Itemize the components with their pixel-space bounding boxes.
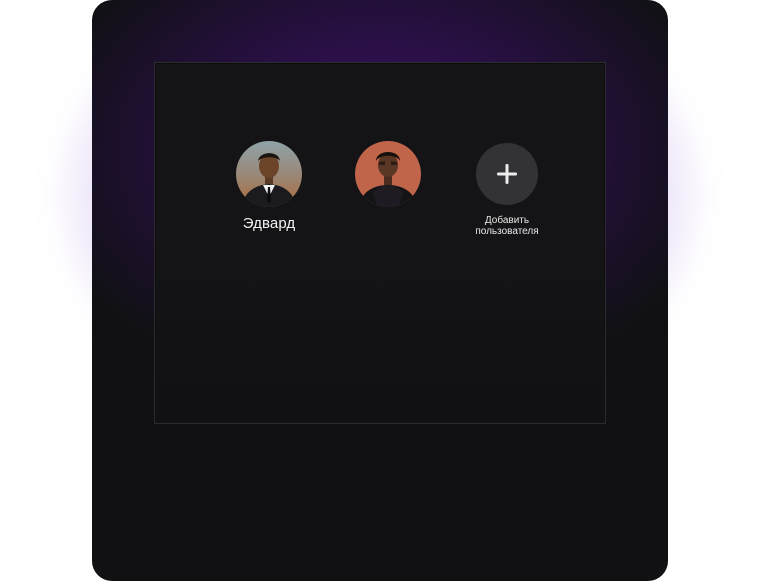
profile-selection-panel: Эдвард Добавить пользователя (154, 62, 606, 424)
panel-fade (155, 263, 605, 423)
profile-second[interactable] (343, 141, 433, 215)
add-user-label: Добавить пользователя (475, 215, 539, 237)
screen: Эдвард Добавить пользователя (0, 0, 760, 581)
device-frame: Эдвард Добавить пользователя (92, 0, 668, 581)
add-user-circle[interactable] (476, 143, 538, 205)
avatar-person-orange-background[interactable] (355, 141, 421, 207)
profile-name: Эдвард (242, 215, 296, 232)
plus-icon (497, 164, 517, 184)
profile-edward[interactable]: Эдвард (224, 141, 314, 232)
add-user-button[interactable]: Добавить пользователя (462, 143, 552, 237)
avatar-man-in-suit[interactable] (236, 141, 302, 207)
